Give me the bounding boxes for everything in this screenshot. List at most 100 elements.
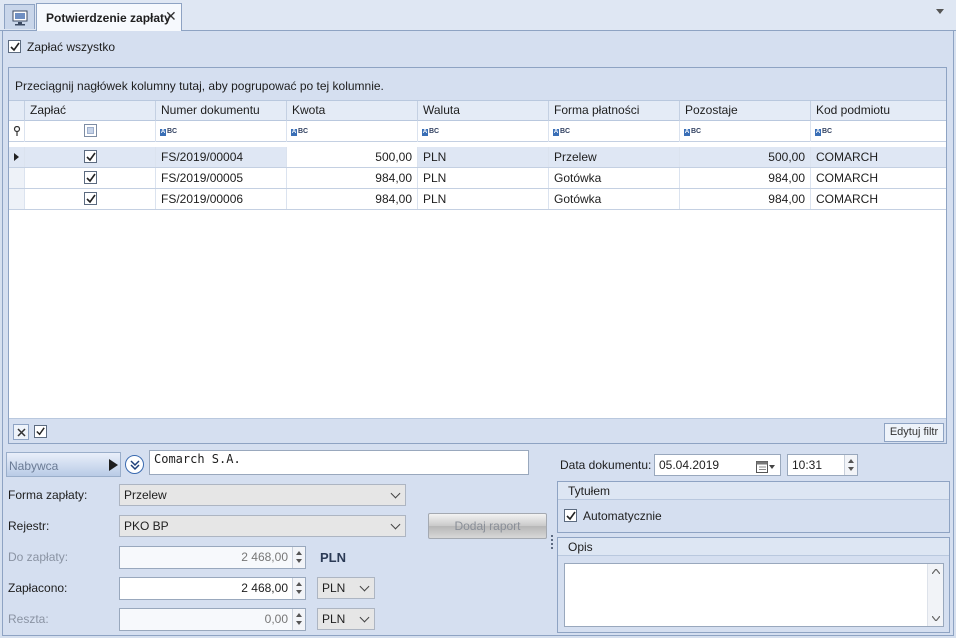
filter-remaining[interactable]: A BC xyxy=(680,121,811,142)
document-date-field[interactable]: 05.04.2019 xyxy=(654,454,781,476)
add-report-button[interactable]: Dodaj raport xyxy=(428,513,547,539)
spinner-icon[interactable] xyxy=(844,455,857,475)
text-filter-icon: A BC xyxy=(422,128,440,136)
cell-remaining: 984,00 xyxy=(680,189,811,209)
document-date-label: Data dokumentu: xyxy=(560,458,652,472)
grid-filter-row: A BC A BC A BC A BC A BC A BC xyxy=(9,121,946,142)
buyer-field[interactable]: Comarch S.A. xyxy=(149,450,529,475)
close-icon[interactable]: ✕ xyxy=(165,8,177,25)
register-select[interactable]: PKO BP xyxy=(119,515,406,537)
paid-currency-select[interactable]: PLN xyxy=(317,577,375,599)
column-header-amount[interactable]: Kwota xyxy=(287,101,418,121)
scroll-down-icon[interactable] xyxy=(932,616,940,621)
pay-checkbox[interactable] xyxy=(25,147,156,167)
splitter-grip[interactable] xyxy=(551,535,553,549)
cell-entity-code: COMARCH xyxy=(816,171,878,185)
document-date-value: 05.04.2019 xyxy=(659,458,720,472)
filter-amount[interactable]: A BC xyxy=(287,121,418,142)
pay-all-checkbox[interactable] xyxy=(8,40,22,54)
column-header-document-number[interactable]: Numer dokumentu xyxy=(156,101,287,121)
text-filter-icon: A BC xyxy=(291,128,309,136)
monitor-icon[interactable] xyxy=(4,4,35,29)
group-by-hint: Przeciągnij nagłówek kolumny tutaj, aby … xyxy=(15,79,384,93)
change-label: Reszta: xyxy=(8,612,49,626)
edit-filter-button[interactable]: Edytuj filtr xyxy=(884,423,944,442)
payment-form-select[interactable]: Przelew xyxy=(119,484,406,506)
cell-payment-method: Gotówka xyxy=(549,168,680,188)
tab-list-dropdown-icon[interactable] xyxy=(936,9,944,14)
cell-document-number: FS/2019/00005 xyxy=(156,168,287,188)
chevron-down-icon xyxy=(390,488,401,499)
filter-payment-method[interactable]: A BC xyxy=(549,121,680,142)
change-value: 0,00 xyxy=(264,612,288,626)
change-field: 0,00 xyxy=(119,608,306,631)
filter-entity-code[interactable]: A BC xyxy=(811,121,946,142)
column-header-entity-code[interactable]: Kod podmiotu xyxy=(811,101,946,121)
calendar-icon[interactable] xyxy=(756,459,776,475)
scroll-up-icon[interactable] xyxy=(932,569,940,574)
description-textarea[interactable] xyxy=(564,563,944,627)
table-row[interactable]: FS/2019/00005 984,00 PLN Gotówka 984,00 … xyxy=(9,168,946,189)
filter-enabled-checkbox[interactable] xyxy=(34,425,47,438)
spinner-icon[interactable] xyxy=(292,578,305,599)
payment-form-value: Przelew xyxy=(124,488,167,502)
cell-amount: 984,00 xyxy=(287,168,418,188)
title-group: Tytułem Automatycznie xyxy=(557,481,950,533)
filter-pay[interactable] xyxy=(25,121,156,142)
description-group: Opis xyxy=(557,537,950,633)
document-time-field[interactable]: 10:31 xyxy=(787,454,858,476)
chevron-down-icon xyxy=(359,581,370,592)
cell-currency: PLN xyxy=(418,189,549,209)
cell-remaining: 500,00 xyxy=(680,147,811,167)
row-indicator xyxy=(9,168,25,188)
column-header-payment-method[interactable]: Forma płatności xyxy=(549,101,680,121)
buyer-button[interactable]: Nabywca xyxy=(6,452,121,477)
filter-currency[interactable]: A BC xyxy=(418,121,549,142)
documents-grid: Przeciągnij nagłówek kolumny tutaj, aby … xyxy=(8,67,947,444)
row-indicator-header xyxy=(9,101,25,121)
cell-currency: PLN xyxy=(418,147,549,167)
buyer-button-label: Nabywca xyxy=(9,459,59,473)
cell-entity-code: COMARCH xyxy=(816,150,878,164)
description-scrollbar[interactable] xyxy=(927,564,943,626)
chevron-down-icon xyxy=(359,612,370,623)
paid-currency-value: PLN xyxy=(322,581,346,595)
filter-document-number[interactable]: A BC xyxy=(156,121,287,142)
pay-checkbox[interactable] xyxy=(25,168,156,188)
grid-filter-bar: Edytuj filtr xyxy=(9,418,946,443)
grid-header-row: Zapłać Numer dokumentu Kwota Waluta Form… xyxy=(9,101,946,121)
pay-all-label: Zapłać wszystko xyxy=(27,40,116,54)
register-label: Rejestr: xyxy=(8,519,50,533)
column-header-remaining[interactable]: Pozostaje xyxy=(680,101,811,121)
group-by-panel[interactable]: Przeciągnij nagłówek kolumny tutaj, aby … xyxy=(9,68,946,101)
column-header-pay[interactable]: Zapłać xyxy=(25,101,156,121)
cell-currency: PLN xyxy=(418,168,549,188)
row-indicator xyxy=(9,189,25,209)
cell-payment-method: Gotówka xyxy=(549,189,680,209)
play-arrow-icon xyxy=(109,459,118,471)
current-row-indicator-icon xyxy=(9,147,25,167)
text-filter-icon: A BC xyxy=(684,128,702,136)
spinner-icon xyxy=(292,609,305,630)
to-pay-field: 2 468,00 xyxy=(119,546,306,569)
cell-entity-code: COMARCH xyxy=(816,192,878,206)
column-header-currency[interactable]: Waluta xyxy=(418,101,549,121)
clear-filter-icon[interactable] xyxy=(13,424,29,440)
text-filter-icon: A BC xyxy=(553,128,571,136)
cell-document-number: FS/2019/00004 xyxy=(156,147,287,167)
auto-title-checkbox[interactable] xyxy=(564,509,578,523)
document-time-value: 10:31 xyxy=(792,458,823,472)
table-row[interactable]: FS/2019/00006 984,00 PLN Gotówka 984,00 … xyxy=(9,189,946,210)
change-currency-select[interactable]: PLN xyxy=(317,608,375,630)
paid-field[interactable]: 2 468,00 xyxy=(119,577,306,600)
expand-buyer-icon[interactable] xyxy=(125,455,144,474)
to-pay-value: 2 468,00 xyxy=(241,550,288,564)
tab-payment-confirmation[interactable]: Potwierdzenie zapłaty ✕ xyxy=(36,3,182,32)
pay-checkbox[interactable] xyxy=(25,189,156,209)
cell-payment-method: Przelew xyxy=(549,147,680,167)
description-group-header: Opis xyxy=(558,538,949,556)
chevron-down-icon xyxy=(390,519,401,530)
to-pay-label: Do zapłaty: xyxy=(8,550,69,564)
to-pay-currency: PLN xyxy=(320,550,346,565)
table-row[interactable]: FS/2019/00004 500,00 PLN Przelew 500,00 … xyxy=(9,147,946,168)
